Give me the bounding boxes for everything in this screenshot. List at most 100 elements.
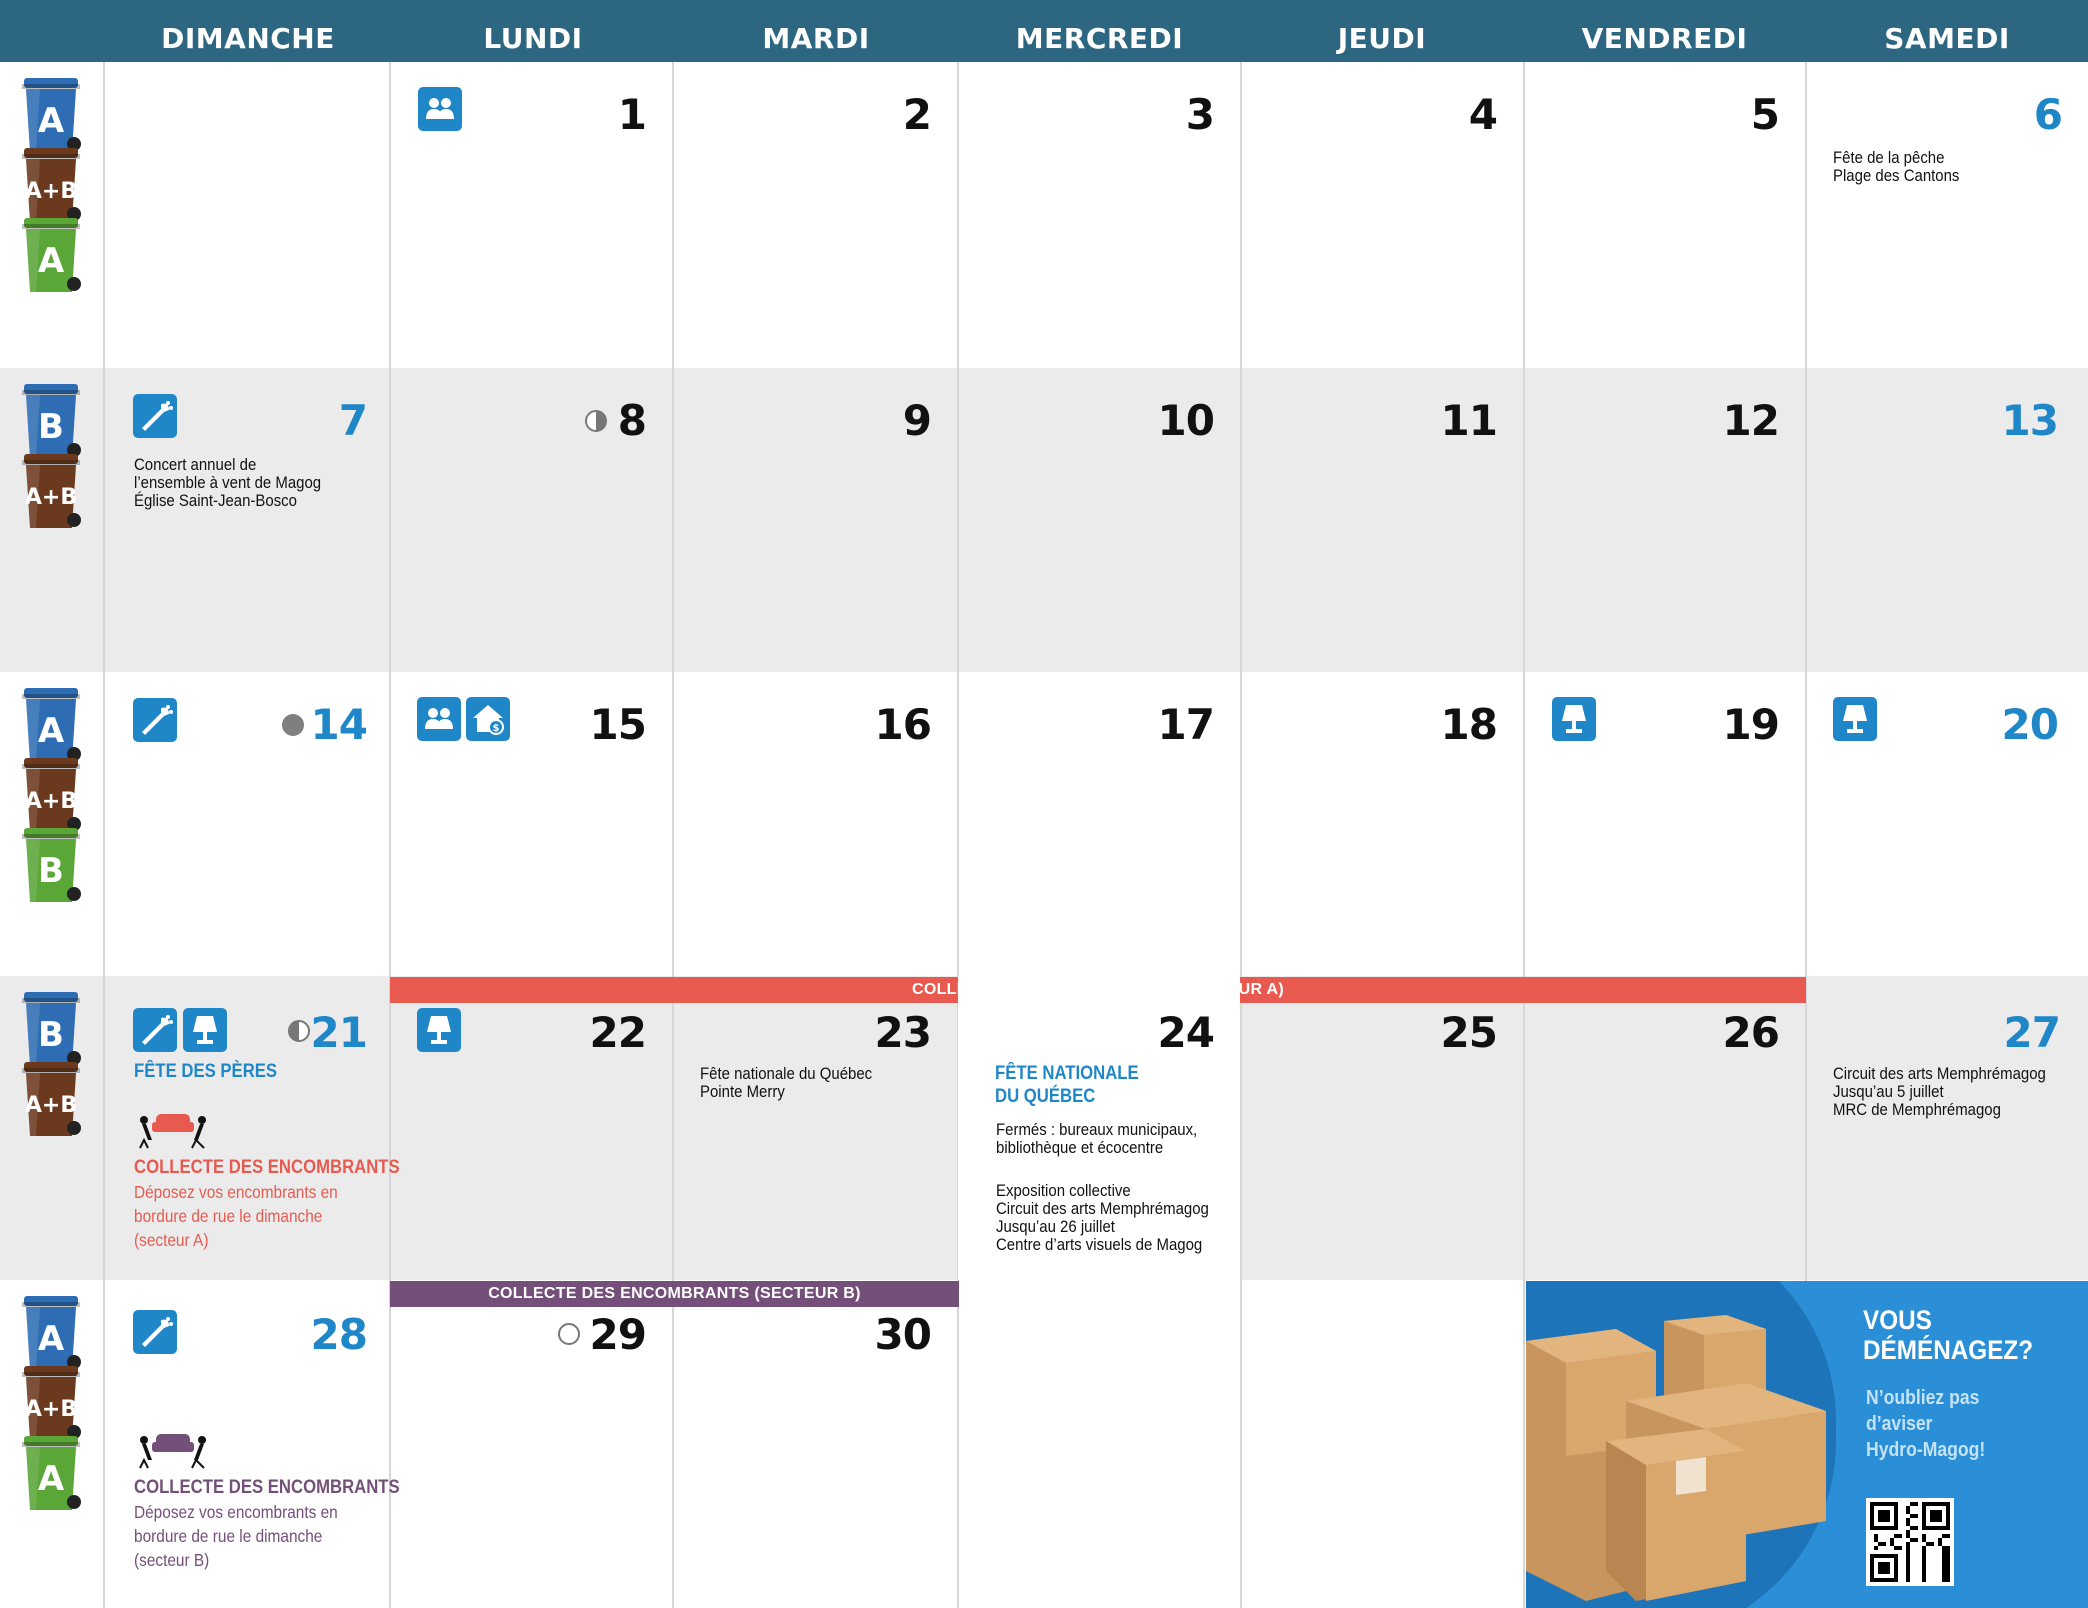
council-meeting-icon — [418, 87, 462, 131]
day-cell-20[interactable]: 20 — [1806, 672, 2088, 976]
day-number: 30 — [874, 1310, 932, 1359]
bulky-line: (secteur A) — [134, 1230, 209, 1250]
promo-subtitle-line: Hydro-Magog! — [1866, 1439, 1986, 1461]
day-number: 1 — [617, 90, 647, 139]
day-cell-23[interactable]: 23 Fête nationale du Québec Pointe Merry — [673, 976, 957, 1280]
day-cell-5[interactable]: 5 — [1524, 62, 1805, 368]
garbage-bin-icon: B — [18, 824, 90, 908]
event-line: Église Saint-Jean-Bosco — [134, 491, 297, 510]
day-cell-11[interactable]: 11 — [1241, 368, 1523, 672]
library-lamp-icon — [183, 1008, 227, 1052]
day-cell-21[interactable]: 21 FÊTE DES PÈRES COLLECTE DES ENCOMBRAN… — [104, 976, 400, 1280]
bin-label: A+B — [25, 1397, 77, 1422]
day-number: 12 — [1722, 396, 1780, 445]
day-cell-24[interactable]: 24 FÊTE NATIONALE DU QUÉBEC Fermés : bur… — [958, 976, 1240, 1280]
music-event-icon — [133, 698, 177, 742]
day-cell-2[interactable]: 2 — [673, 62, 957, 368]
bulky-collection-title: COLLECTE DES ENCOMBRANTS — [134, 1477, 400, 1498]
bin-label: A+B — [25, 179, 77, 204]
day-cell-26[interactable]: 26 — [1524, 976, 1805, 1280]
garbage-bin-icon: A — [18, 214, 90, 298]
new-moon-icon — [558, 1323, 580, 1345]
council-meeting-icon — [417, 697, 461, 741]
garbage-bin-icon: A — [18, 1432, 90, 1516]
day-cell-28[interactable]: 28 COLLECTE DES ENCOMBRANTS Déposez vos … — [104, 1280, 400, 1608]
day-cell-4[interactable]: 4 — [1241, 62, 1523, 368]
weekday-thursday: JEUDI — [1337, 22, 1427, 55]
day-cell-12[interactable]: 12 — [1524, 368, 1805, 672]
svg-text:$: $ — [493, 723, 500, 734]
event-line: MRC de Memphrémagog — [1833, 1100, 2001, 1119]
day-cell-13[interactable]: 13 — [1806, 368, 2088, 672]
promo-subtitle-line: N’oubliez pas — [1866, 1387, 1980, 1409]
day-number: 18 — [1440, 700, 1498, 749]
event-text: Fête nationale du Québec Pointe Merry — [700, 1065, 872, 1101]
day-cell-27[interactable]: 27 Circuit des arts Memphrémagog Jusqu’a… — [1806, 976, 2088, 1280]
holiday-line: FÊTE NATIONALE — [995, 1063, 1139, 1084]
weekday-sunday: DIMANCHE — [161, 22, 335, 55]
bulky-line: Déposez vos encombrants en — [134, 1502, 338, 1522]
national-holiday-title: FÊTE NATIONALE DU QUÉBEC — [995, 1062, 1139, 1108]
day-cell-1[interactable]: 1 — [390, 62, 672, 368]
music-event-icon — [133, 1310, 177, 1354]
first-quarter-moon-icon — [288, 1020, 310, 1042]
music-event-icon — [133, 1008, 177, 1052]
library-lamp-icon — [1552, 697, 1596, 741]
day-number: 22 — [589, 1008, 647, 1057]
promo-title-line: VOUS — [1863, 1305, 1932, 1335]
event-line: Concert annuel de — [134, 455, 257, 474]
bulky-collection-title: COLLECTE DES ENCOMBRANTS — [134, 1157, 400, 1178]
event-text: Concert annuel de l’ensemble à vent de M… — [134, 456, 321, 510]
event-line: Pointe Merry — [700, 1082, 785, 1101]
day-cell-22[interactable]: 22 — [390, 976, 672, 1280]
event-line: Jusqu’au 5 juillet — [1833, 1082, 1944, 1101]
day-cell-16[interactable]: 16 — [673, 672, 957, 976]
day-number: 7 — [338, 396, 368, 445]
event-text: Circuit des arts Memphrémagog Jusqu’au 5… — [1833, 1065, 2046, 1119]
day-cell-6[interactable]: 6 Fête de la pêche Plage des Cantons — [1806, 62, 2088, 368]
day-number: 16 — [874, 700, 932, 749]
qr-code[interactable] — [1866, 1498, 1954, 1586]
promo-subtitle-line: d’aviser — [1866, 1413, 1933, 1435]
full-moon-icon — [282, 714, 304, 736]
day-cell-19[interactable]: 19 — [1524, 672, 1805, 976]
library-lamp-icon — [417, 1008, 461, 1052]
day-cell-14[interactable]: 14 — [104, 672, 389, 976]
day-cell-3[interactable]: 3 — [958, 62, 1240, 368]
compost-bin-icon: A+B — [18, 1058, 90, 1142]
day-number: 13 — [2001, 396, 2059, 445]
fathers-day-title: FÊTE DES PÈRES — [134, 1061, 278, 1082]
bin-label: A+B — [25, 1093, 77, 1118]
couch-movers-icon — [134, 1424, 214, 1470]
bin-label: B — [38, 851, 64, 891]
day-number: 23 — [874, 1008, 932, 1057]
promo-title: VOUS DÉMÉNAGEZ? — [1863, 1305, 2033, 1365]
day-cell-25[interactable]: 25 — [1241, 976, 1523, 1280]
house-tax-icon: $ — [466, 697, 510, 741]
event-line: Fête de la pêche — [1833, 148, 1945, 167]
compost-bin-icon: A+B — [18, 450, 90, 534]
day-cell-7[interactable]: 7 Concert annuel de l’ensemble à vent de… — [104, 368, 389, 672]
bulky-line: Déposez vos encombrants en — [134, 1182, 338, 1202]
day-cell-17[interactable]: 17 — [958, 672, 1240, 976]
bulky-line: bordure de rue le dimanche — [134, 1526, 323, 1546]
day-number: 20 — [2001, 700, 2059, 749]
day-cell-15[interactable]: $ 15 — [390, 672, 672, 976]
day-number: 28 — [310, 1310, 368, 1359]
event-line: Circuit des arts Memphrémagog — [996, 1199, 1209, 1218]
couch-movers-icon — [134, 1104, 214, 1150]
day-cell-10[interactable]: 10 — [958, 368, 1240, 672]
day-cell-30[interactable]: 30 — [673, 1280, 957, 1608]
day-cell-29[interactable]: 29 — [390, 1280, 672, 1608]
bin-label: A+B — [25, 789, 77, 814]
day-number: 10 — [1157, 396, 1215, 445]
event-line: Fête nationale du Québec — [700, 1064, 873, 1083]
day-number: 4 — [1468, 90, 1498, 139]
day-cell-8[interactable]: 8 — [390, 368, 672, 672]
bin-label: B — [38, 407, 64, 447]
day-cell-9[interactable]: 9 — [673, 368, 957, 672]
day-number: 24 — [1157, 1008, 1215, 1057]
holiday-line: DU QUÉBEC — [995, 1086, 1096, 1107]
day-number: 3 — [1185, 90, 1215, 139]
day-cell-18[interactable]: 18 — [1241, 672, 1523, 976]
